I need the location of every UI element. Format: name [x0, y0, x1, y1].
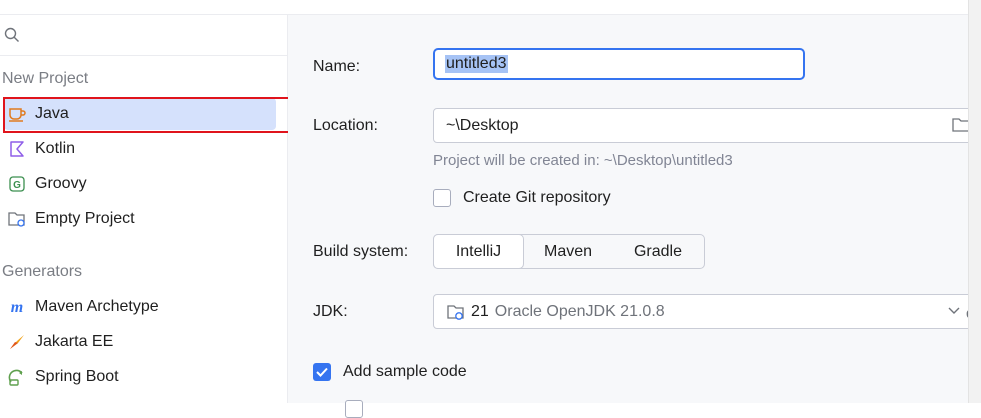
window-top-strip: [0, 0, 968, 15]
git-repository-label: Create Git repository: [463, 189, 611, 206]
name-input[interactable]: untitled3: [433, 48, 805, 80]
jdk-name: Oracle OpenJDK 21.0.8: [494, 302, 665, 320]
svg-text:m: m: [11, 299, 23, 315]
git-repository-checkbox[interactable]: [433, 189, 451, 207]
sidebar-item-maven-archetype[interactable]: m Maven Archetype: [4, 291, 276, 323]
sidebar-item-groovy[interactable]: G Groovy: [4, 168, 276, 200]
jakarta-ee-icon: [8, 333, 26, 351]
java-cup-icon: [8, 105, 26, 123]
build-system-label: Build system:: [313, 243, 409, 260]
location-hint: Project will be created in: ~\Desktop\un…: [433, 152, 733, 169]
sidebar-item-java[interactable]: Java: [4, 98, 276, 130]
project-type-sidebar: New Project Java Kotlin G Groovy Empty P…: [0, 15, 294, 403]
search-icon: [4, 27, 19, 42]
location-label: Location:: [313, 117, 378, 134]
spring-boot-icon: [8, 368, 26, 386]
sidebar-item-label: Jakarta EE: [35, 333, 114, 350]
build-system-selector: IntelliJ Maven Gradle: [433, 234, 705, 269]
sidebar-item-label: Kotlin: [35, 140, 76, 157]
sidebar-item-label: Maven Archetype: [35, 298, 159, 315]
sidebar-item-label: Empty Project: [35, 210, 135, 227]
group-title-generators: Generators: [2, 263, 83, 280]
maven-icon: m: [8, 298, 26, 316]
sidebar-item-spring-boot[interactable]: Spring Boot: [4, 361, 276, 393]
jdk-dropdown[interactable]: 21 Oracle OpenJDK 21.0.8: [433, 294, 978, 329]
location-input[interactable]: ~\Desktop: [433, 108, 978, 143]
scrollbar[interactable]: [968, 0, 981, 403]
group-title-new-project: New Project: [2, 70, 89, 87]
sidebar-item-label: Groovy: [35, 175, 87, 192]
groovy-icon: G: [8, 175, 26, 193]
build-system-maven-button[interactable]: Maven: [524, 235, 612, 268]
checkmark-icon: [316, 367, 328, 377]
chevron-down-icon[interactable]: [948, 306, 960, 316]
svg-text:G: G: [13, 180, 21, 191]
sidebar-item-jakarta-ee[interactable]: Jakarta EE: [4, 326, 276, 358]
search-row: [0, 15, 287, 56]
build-system-gradle-button[interactable]: Gradle: [612, 235, 704, 268]
sidebar-item-kotlin[interactable]: Kotlin: [4, 133, 276, 165]
name-input-value: untitled3: [445, 55, 508, 73]
sidebar-item-empty-project[interactable]: Empty Project: [4, 203, 276, 235]
location-input-value: ~\Desktop: [446, 116, 519, 134]
folder-icon: [8, 210, 26, 228]
search-input[interactable]: [24, 23, 283, 49]
add-sample-code-label: Add sample code: [343, 363, 467, 380]
add-sample-code-checkbox[interactable]: [313, 363, 331, 381]
kotlin-icon: [8, 140, 26, 158]
build-system-intellij-button[interactable]: IntelliJ: [433, 234, 524, 269]
new-project-form: Name: untitled3 Location: ~\Desktop Proj…: [288, 15, 981, 418]
jdk-folder-icon: [447, 304, 464, 320]
sidebar-item-label: Java: [35, 105, 69, 122]
sidebar-item-label: Spring Boot: [35, 368, 119, 385]
jdk-label: JDK:: [313, 303, 348, 320]
name-label: Name:: [313, 58, 361, 75]
jdk-version: 21: [471, 302, 489, 320]
